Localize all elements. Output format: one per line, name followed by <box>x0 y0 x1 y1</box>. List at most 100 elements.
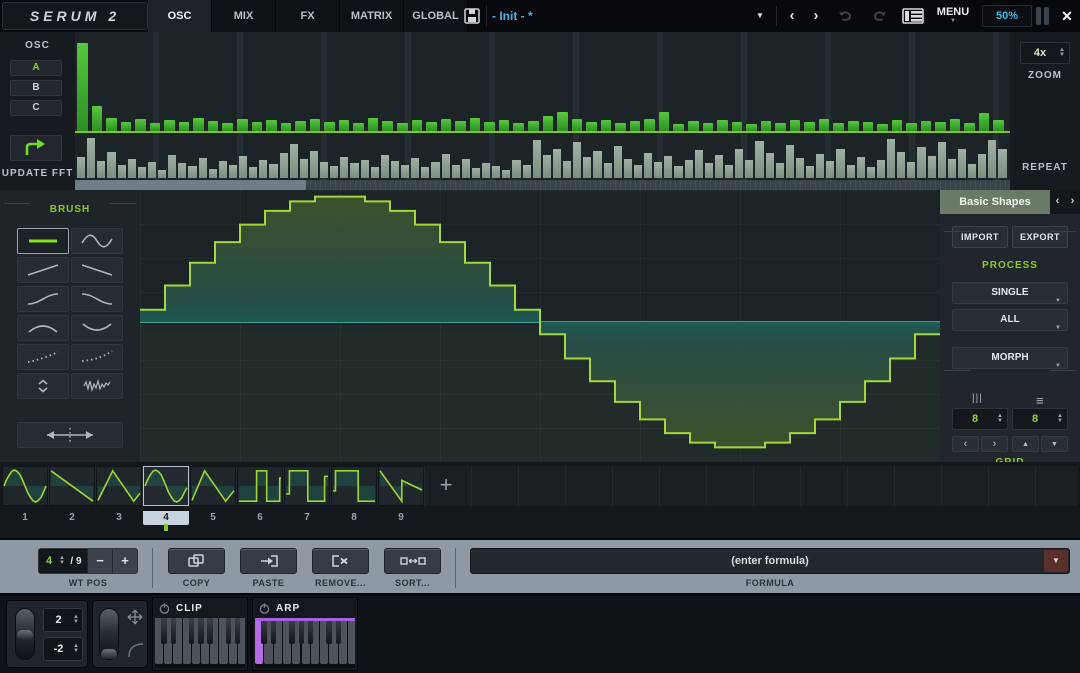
black-key[interactable] <box>308 618 314 644</box>
add-frame-button[interactable]: + <box>428 466 464 506</box>
formula-dropdown-icon[interactable]: ▼ <box>1044 550 1068 572</box>
mod-wheel-thumb[interactable] <box>101 649 117 659</box>
ui-zoom-value[interactable]: 50% <box>982 5 1032 27</box>
update-fft-button[interactable] <box>10 135 62 161</box>
black-key[interactable] <box>226 618 232 644</box>
frame-number[interactable]: 3 <box>96 511 142 525</box>
black-key[interactable] <box>161 618 167 644</box>
brush-dotted-curve[interactable] <box>17 344 69 370</box>
redo-icon[interactable] <box>872 9 887 23</box>
paste-button[interactable] <box>240 548 297 574</box>
frame-number[interactable]: 6 <box>237 511 283 525</box>
shift-up-button[interactable]: ▲ <box>1012 436 1039 452</box>
spectrum-scroll-thumb[interactable] <box>75 180 306 190</box>
frame-number[interactable]: 5 <box>190 511 236 525</box>
preset-dropdown-icon[interactable]: ▼ <box>748 0 772 32</box>
white-key[interactable] <box>348 618 355 664</box>
brush-width-control[interactable] <box>17 422 123 448</box>
black-key[interactable] <box>171 618 177 644</box>
shift-down-button[interactable]: ▼ <box>1041 436 1068 452</box>
menu-button[interactable]: MENU ▼ <box>928 0 978 32</box>
tab-osc[interactable]: OSC <box>148 0 212 32</box>
tab-mix[interactable]: MIX <box>212 0 276 32</box>
black-key[interactable] <box>336 618 342 644</box>
arp-mini-keyboard[interactable] <box>255 618 355 668</box>
formula-input[interactable]: (enter formula) ▼ <box>470 548 1070 574</box>
frame-number[interactable]: 8 <box>331 511 377 525</box>
black-key[interactable] <box>299 618 305 644</box>
bend-up-stepper[interactable]: 2 ▲▼ <box>43 608 83 632</box>
preset-next-button[interactable]: › <box>804 0 828 32</box>
black-key[interactable] <box>189 618 195 644</box>
mod-wheel[interactable] <box>99 608 119 660</box>
sort-button[interactable] <box>384 548 441 574</box>
wavetable-frame-1[interactable]: 1 <box>2 466 48 525</box>
frame-number[interactable]: 1 <box>2 511 48 525</box>
shift-right-button[interactable]: › <box>981 436 1008 452</box>
power-icon[interactable] <box>259 603 270 614</box>
power-icon[interactable] <box>159 603 170 614</box>
black-key[interactable] <box>207 618 213 644</box>
black-key[interactable] <box>198 618 204 644</box>
osc-a-button[interactable]: A <box>10 60 62 76</box>
frame-number[interactable]: 4 <box>143 511 189 525</box>
grid-x-stepper[interactable]: 8 ▲▼ <box>952 408 1008 430</box>
brush-expand[interactable] <box>17 373 69 399</box>
remove-button[interactable] <box>312 548 369 574</box>
move-cross-icon[interactable] <box>127 609 143 625</box>
wavetable-frame-7[interactable]: 7 <box>284 466 330 525</box>
brush-sine[interactable] <box>71 228 123 254</box>
black-key[interactable] <box>235 618 241 644</box>
wt-pos-stepper[interactable]: 4 ▲▼ / 9 − + <box>38 548 138 574</box>
brush-dotted-ramp[interactable] <box>71 344 123 370</box>
fft-spectrum-panel[interactable] <box>75 32 1010 190</box>
wavetable-frame-8[interactable]: 8 <box>331 466 377 525</box>
black-key[interactable] <box>271 618 277 644</box>
black-key[interactable] <box>289 618 295 644</box>
window-grip[interactable] <box>1036 7 1041 25</box>
osc-c-button[interactable]: C <box>10 100 62 116</box>
tab-global[interactable]: GLOBAL <box>404 0 468 32</box>
wavetable-frame-5[interactable]: 5 <box>190 466 236 525</box>
frame-number[interactable]: 2 <box>49 511 95 525</box>
close-icon[interactable]: ✕ <box>1054 0 1080 32</box>
pitch-wheel-thumb[interactable] <box>17 630 33 640</box>
brush-arch-down[interactable] <box>71 315 123 341</box>
wavetable-frame-9[interactable]: 9 <box>378 466 424 525</box>
brush-flat-line[interactable] <box>17 228 69 254</box>
wavetable-frame-2[interactable]: 2 <box>49 466 95 525</box>
pitch-wheel[interactable] <box>15 608 35 660</box>
brush-ramp-down[interactable] <box>71 257 123 283</box>
shift-left-button[interactable]: ‹ <box>952 436 979 452</box>
osc-b-button[interactable]: B <box>10 80 62 96</box>
frame-number[interactable]: 9 <box>378 511 424 525</box>
brush-scurve-up[interactable] <box>17 286 69 312</box>
brush-arch-up[interactable] <box>17 315 69 341</box>
undo-icon[interactable] <box>838 9 853 23</box>
wavetable-frame-3[interactable]: 3 <box>96 466 142 525</box>
fft-zoom-stepper[interactable]: 4x ▲▼ <box>1020 42 1070 64</box>
wt-remove-frame-button[interactable]: − <box>87 549 112 573</box>
clip-mini-keyboard[interactable] <box>155 618 245 668</box>
window-grip[interactable] <box>1044 7 1049 25</box>
brush-noise[interactable] <box>71 373 123 399</box>
wavetable-frame-6[interactable]: 6 <box>237 466 283 525</box>
curve-arc-icon[interactable] <box>127 641 145 659</box>
keyboard-panel-icon[interactable] <box>902 8 924 24</box>
wavetable-frame-4[interactable]: 4 <box>143 466 189 525</box>
wavetable-editor[interactable] <box>140 190 940 462</box>
save-icon[interactable] <box>464 8 480 24</box>
copy-button[interactable] <box>168 548 225 574</box>
wt-add-frame-button[interactable]: + <box>112 549 137 573</box>
spectrum-scrollbar[interactable] <box>75 180 1010 190</box>
black-key[interactable] <box>326 618 332 644</box>
preset-prev-button[interactable]: ‹ <box>780 0 804 32</box>
grid-y-stepper[interactable]: 8 ▲▼ <box>1012 408 1068 430</box>
stepper-carets-icon[interactable]: ▲▼ <box>1059 48 1065 58</box>
tab-fx[interactable]: FX <box>276 0 340 32</box>
frame-number[interactable]: 7 <box>284 511 330 525</box>
tab-matrix[interactable]: MATRIX <box>340 0 404 32</box>
black-key[interactable] <box>261 618 267 644</box>
bend-down-stepper[interactable]: -2 ▲▼ <box>43 637 83 661</box>
brush-ramp-up[interactable] <box>17 257 69 283</box>
